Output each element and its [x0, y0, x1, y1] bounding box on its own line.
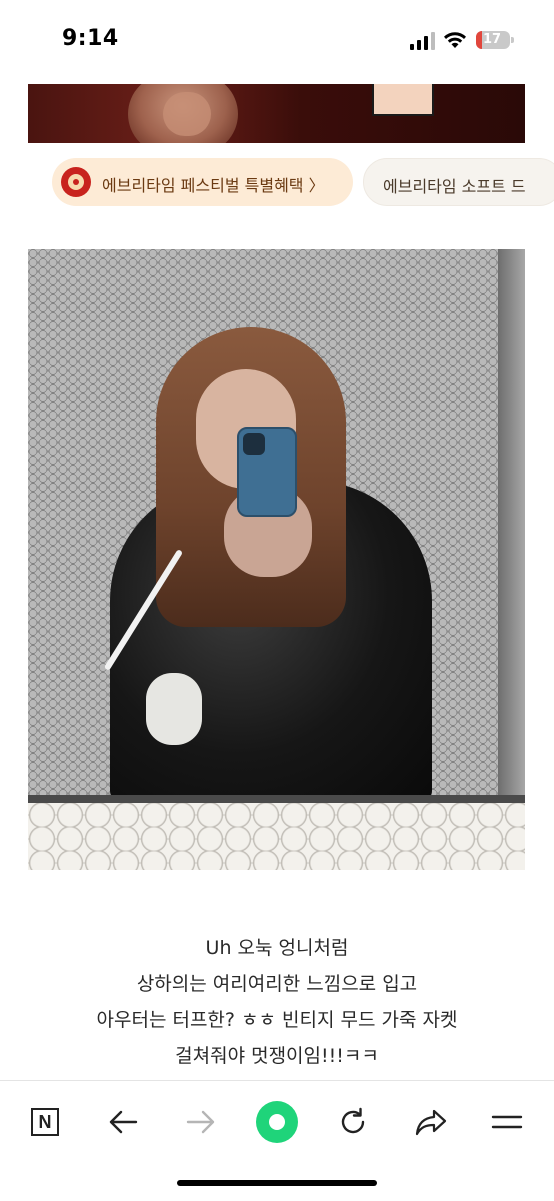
share-button[interactable] — [406, 1099, 456, 1145]
post-caption: Uh 오눅 엉니처럼 상하의는 여리여리한 느낌으로 입고 아우터는 터프한? … — [0, 930, 554, 1074]
photo-phone — [237, 427, 297, 517]
back-arrow-icon — [109, 1110, 138, 1134]
back-button[interactable] — [98, 1099, 148, 1145]
naver-n-icon: N — [31, 1108, 59, 1136]
green-dot-icon — [256, 1101, 298, 1143]
brand-logo-icon — [61, 167, 91, 197]
post-photo — [28, 249, 525, 870]
menu-button[interactable] — [482, 1099, 532, 1145]
home-indicator — [177, 1180, 377, 1186]
photo-side-wall — [498, 249, 525, 797]
caption-line: 상하의는 여리여리한 느낌으로 입고 — [136, 973, 418, 995]
forward-arrow-icon — [186, 1110, 215, 1134]
reload-icon — [341, 1107, 365, 1134]
reload-button[interactable] — [328, 1099, 378, 1145]
promo-chip-label: 에브리타임 소프트 드 — [383, 177, 526, 196]
battery-level: 17 — [482, 32, 502, 47]
green-dot-button[interactable] — [252, 1099, 302, 1145]
wifi-icon — [444, 32, 466, 48]
menu-icon — [491, 1115, 523, 1129]
promo-chip-soft-drink[interactable]: 에브리타임 소프트 드 — [363, 158, 554, 206]
status-time: 9:14 — [62, 26, 119, 51]
ad-hand-image — [163, 92, 211, 136]
home-button[interactable]: N — [20, 1099, 70, 1145]
caption-line: 걸쳐줘야 멋쟁이임!!!ㅋㅋ — [175, 1045, 379, 1067]
battery-icon: 17 — [476, 31, 514, 49]
photo-mirror-ledge — [28, 795, 525, 803]
photo-floor-tiles — [28, 803, 525, 870]
caption-line: 아우터는 터프한? ㅎㅎ 빈티지 무드 가죽 자켓 — [96, 1009, 458, 1031]
promo-chip-label: 에브리타임 페스티벌 특별혜택 〉 — [102, 176, 325, 195]
share-icon — [415, 1109, 447, 1136]
forward-button[interactable] — [176, 1099, 226, 1145]
ad-product-image — [372, 84, 434, 116]
caption-line: Uh 오눅 엉니처럼 — [205, 937, 349, 959]
status-bar: 9:14 17 — [0, 0, 554, 82]
ad-banner[interactable] — [28, 84, 525, 143]
photo-bag — [146, 673, 202, 745]
promo-chip-festival[interactable]: 에브리타임 페스티벌 특별혜택 〉 — [52, 158, 353, 206]
cellular-signal-icon — [410, 32, 436, 50]
